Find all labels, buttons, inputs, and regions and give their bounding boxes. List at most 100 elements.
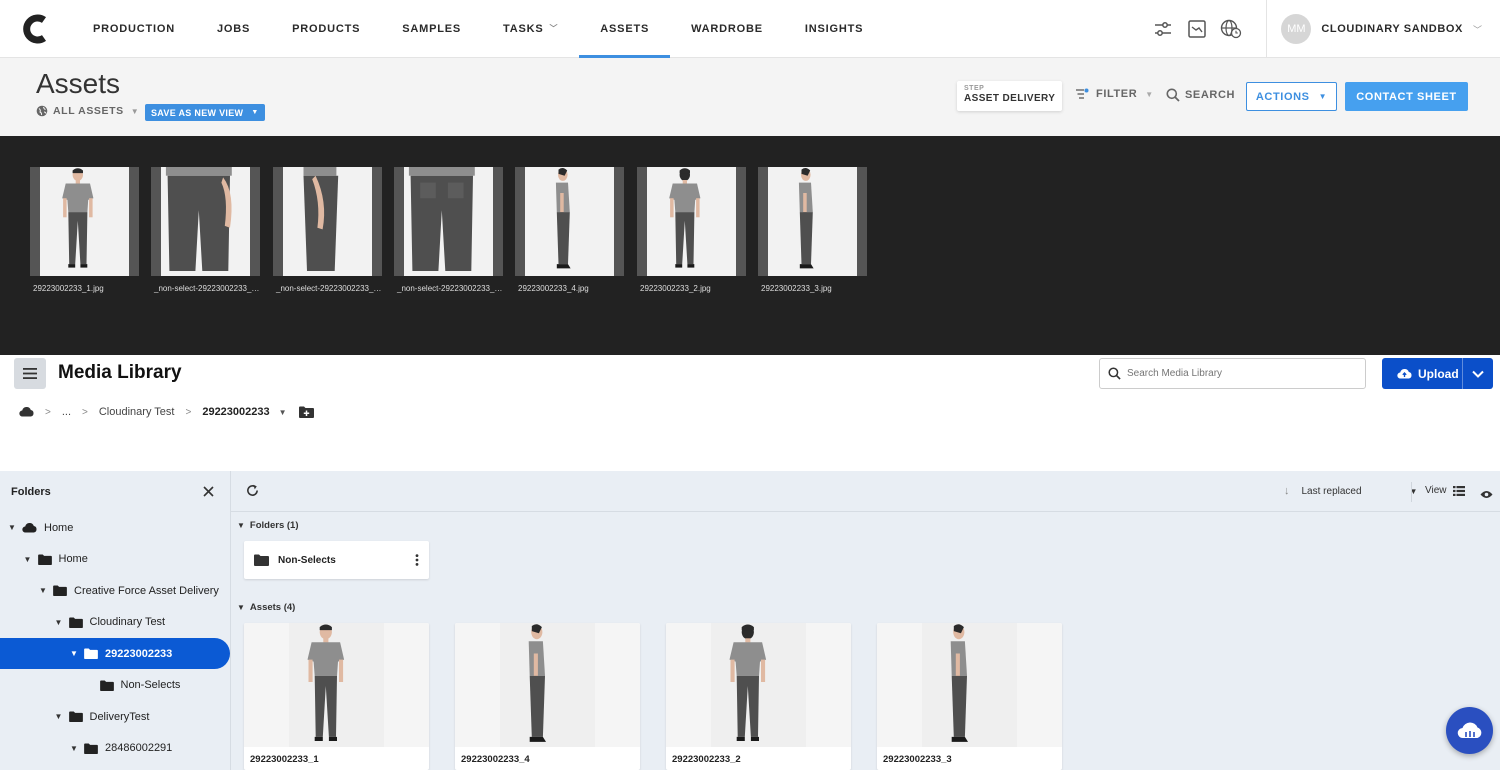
asset-card[interactable]: 29223002233_1 xyxy=(244,623,429,770)
folder-icon xyxy=(254,554,269,566)
folder-tree-label: 29223002233 xyxy=(105,647,173,660)
menu-toggle-button[interactable] xyxy=(14,358,46,389)
nav-tab-wardrobe[interactable]: WARDROBE xyxy=(670,0,784,58)
asset-image xyxy=(877,623,1062,747)
nav-tab-jobs[interactable]: JOBS xyxy=(196,0,271,58)
asset-card[interactable]: 29223002233_4 xyxy=(455,623,640,770)
nav-tab-label: INSIGHTS xyxy=(804,22,864,35)
actions-label: ACTIONS xyxy=(1255,90,1310,103)
folder-tree-item[interactable]: ▼ 28486002291 xyxy=(0,733,231,764)
asset-card[interactable]: 29223002233_2 xyxy=(666,623,851,770)
nav-tab-production[interactable]: PRODUCTION xyxy=(72,0,196,58)
upload-button[interactable]: Upload xyxy=(1382,358,1462,389)
folders-panel-title: Folders xyxy=(11,485,51,498)
chevron-right-icon: > xyxy=(185,406,192,418)
caret-down-icon[interactable]: ▼ xyxy=(24,555,34,564)
globe-clock-icon[interactable] xyxy=(1214,12,1248,46)
strip-thumbnail[interactable]: 29223002233_3.jpg xyxy=(758,167,867,293)
app-logo[interactable] xyxy=(0,0,72,58)
folder-tree-item[interactable]: Non-Selects xyxy=(0,670,231,701)
chevron-right-icon: > xyxy=(45,406,51,418)
thumbnail-label: 29223002233_1.jpg xyxy=(33,284,104,293)
activity-chart-icon[interactable] xyxy=(1180,12,1214,46)
chevron-down-icon: ﹀ xyxy=(1472,24,1482,35)
folder-tree-item[interactable]: ▼ Creative Force Asset Delivery xyxy=(0,575,231,606)
folder-icon xyxy=(37,553,52,565)
strip-thumbnail[interactable]: _non-select-29223002233_5.jpg xyxy=(151,167,260,293)
nav-tab-tasks[interactable]: TASKS ﹀ xyxy=(482,0,579,58)
breadcrumb-parent[interactable]: Cloudinary Test xyxy=(99,406,175,418)
view-label: View xyxy=(1425,485,1447,496)
step-indicator[interactable]: STEP ASSET DELIVERY xyxy=(957,81,1063,111)
sort-selector[interactable]: ↓ Last replaced ▼ xyxy=(1284,485,1417,497)
cloudinary-fab-button[interactable] xyxy=(1446,707,1493,754)
strip-thumbnail[interactable]: 29223002233_2.jpg xyxy=(637,167,746,293)
strip-thumbnail[interactable]: 29223002233_1.jpg xyxy=(30,167,139,293)
nav-tab-insights[interactable]: INSIGHTS xyxy=(784,0,884,58)
save-as-new-view-button[interactable]: SAVE AS NEW VIEW ▼ xyxy=(145,104,265,121)
avatar: MM xyxy=(1281,14,1312,44)
breadcrumb-ellipsis[interactable]: ... xyxy=(62,406,71,418)
folder-card-name: Non-Selects xyxy=(278,554,336,566)
add-folder-icon[interactable] xyxy=(298,406,314,418)
media-library-search-input[interactable] xyxy=(1127,368,1347,379)
strip-thumbnail[interactable]: 29223002233_4.jpg xyxy=(515,167,624,293)
cloud-upload-icon xyxy=(1397,369,1412,379)
caret-down-icon[interactable]: ▼ xyxy=(279,408,287,417)
globe-icon xyxy=(36,105,48,117)
eye-icon[interactable] xyxy=(1480,486,1493,504)
media-library-search[interactable] xyxy=(1099,358,1366,389)
nav-tab-label: JOBS xyxy=(216,22,251,35)
cloud-icon[interactable] xyxy=(19,407,34,417)
sort-direction-icon[interactable]: ↓ xyxy=(1284,485,1290,497)
page-title: Assets xyxy=(36,68,121,99)
folder-tree-item[interactable]: ▼ Home xyxy=(0,512,231,543)
toolbar-divider xyxy=(1411,482,1412,502)
caret-down-icon: ▼ xyxy=(1145,89,1154,99)
asset-name: 29223002233_4 xyxy=(461,754,530,765)
nav-tab-label: WARDROBE xyxy=(691,22,763,35)
nav-tab-samples[interactable]: SAMPLES xyxy=(381,0,482,58)
caret-down-icon[interactable]: ▼ xyxy=(70,744,80,753)
user-menu[interactable]: MM CLOUDINARY SANDBOX ﹀ xyxy=(1267,14,1500,44)
filter-button[interactable]: FILTER ▼ xyxy=(1075,88,1154,100)
caret-down-icon[interactable]: ▼ xyxy=(70,649,80,658)
folder-tree-item[interactable]: ▼ Cloudinary Test xyxy=(0,607,231,638)
strip-thumbnail[interactable]: _non-select-29223002233_6.jpg xyxy=(273,167,382,293)
upload-label: Upload xyxy=(1418,366,1459,381)
upload-options-button[interactable] xyxy=(1462,358,1493,389)
media-library-header: Media Library Upload > ... > Cloudinary … xyxy=(0,355,1500,471)
view-selector[interactable]: ALL ASSETS ▼ xyxy=(36,105,139,117)
folder-tree-item[interactable]: ▼ Home xyxy=(0,544,231,575)
caret-down-icon[interactable]: ▼ xyxy=(55,712,65,721)
page-header: Assets ALL ASSETS ▼ SAVE AS NEW VIEW ▼ S… xyxy=(0,58,1500,136)
thumbnail-image xyxy=(637,167,746,276)
folder-icon xyxy=(68,616,83,628)
folders-section-header[interactable]: ▼ Folders (1) xyxy=(237,520,298,531)
folder-tree-item[interactable]: ▼ 29223002233 xyxy=(0,638,230,669)
folder-card[interactable]: Non-Selects xyxy=(244,541,429,579)
more-vertical-icon[interactable] xyxy=(415,554,419,566)
folder-icon xyxy=(99,679,114,691)
strip-thumbnail[interactable]: _non-select-29223002233_7.jpg xyxy=(394,167,503,293)
thumbnail-image xyxy=(273,167,382,276)
asset-card[interactable]: 29223002233_3 xyxy=(877,623,1062,770)
contact-sheet-button[interactable]: CONTACT SHEET xyxy=(1345,82,1468,111)
cloudinary-icon xyxy=(1457,722,1481,738)
nav-tab-assets[interactable]: ASSETS xyxy=(579,0,670,58)
caret-down-icon[interactable]: ▼ xyxy=(8,523,18,532)
close-icon[interactable] xyxy=(203,486,214,497)
nav-tab-products[interactable]: PRODUCTS xyxy=(271,0,381,58)
settings-sliders-icon[interactable] xyxy=(1146,12,1180,46)
assets-section-header[interactable]: ▼ Assets (4) xyxy=(237,602,295,613)
folder-tree-item[interactable]: ▼ DeliveryTest xyxy=(0,701,231,732)
folder-tree-label: Creative Force Asset Delivery xyxy=(74,584,219,597)
search-button[interactable]: SEARCH xyxy=(1166,88,1235,102)
caret-down-icon: ▼ xyxy=(1318,92,1328,101)
caret-down-icon[interactable]: ▼ xyxy=(55,618,65,627)
folder-icon xyxy=(53,585,67,596)
actions-button[interactable]: ACTIONS ▼ xyxy=(1246,82,1337,111)
view-mode-button[interactable]: View xyxy=(1425,485,1465,496)
caret-down-icon[interactable]: ▼ xyxy=(39,586,49,595)
refresh-icon[interactable] xyxy=(246,484,259,502)
